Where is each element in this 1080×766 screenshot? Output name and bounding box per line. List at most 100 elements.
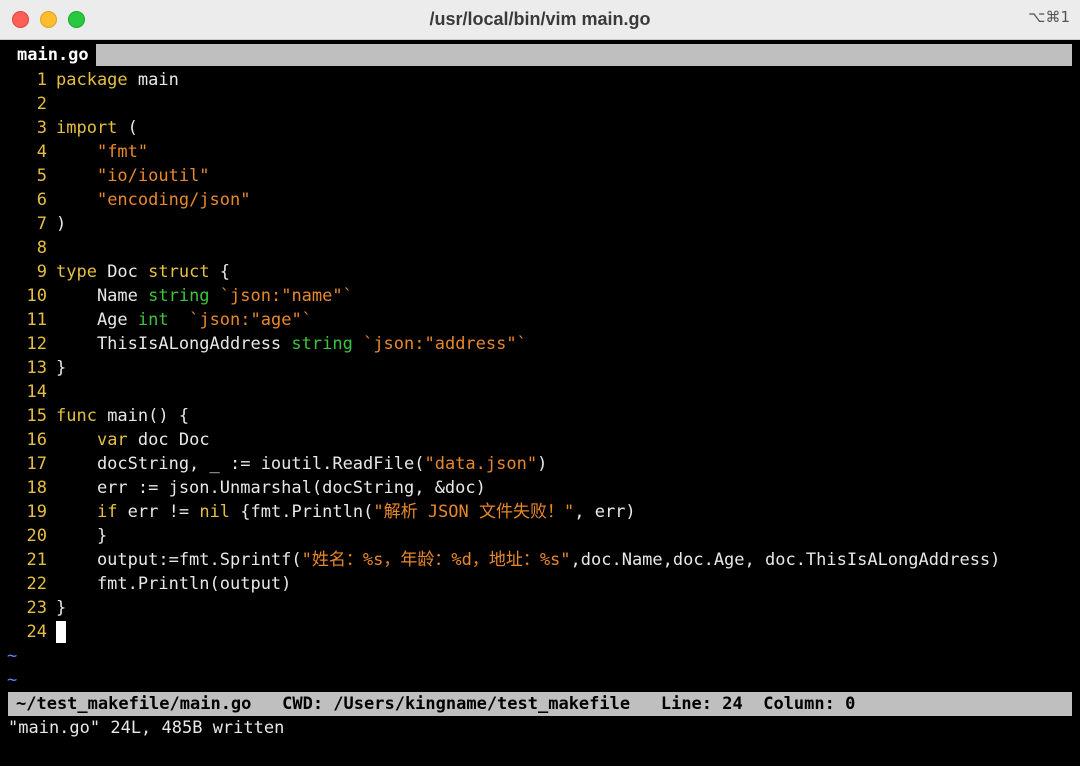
title-bar: /usr/local/bin/vim main.go ⌥⌘1 [0,0,1080,40]
code-token: {fmt.Println( [230,502,374,522]
line-number: 7 [36,214,47,234]
code-line[interactable]: 1 package main [0,68,1080,92]
text-cursor [56,621,66,643]
keyword-token: if [96,502,118,522]
type-token: int [137,310,169,330]
status-file-path: ~/test_makefile/main.go [16,694,252,714]
code-line[interactable]: 14 [0,380,1080,404]
line-number: 11 [26,310,47,330]
code-line[interactable]: 10 Name string `json:"name"` [0,284,1080,308]
code-line[interactable]: 17 docString, _ := ioutil.ReadFile("data… [0,452,1080,476]
code-token: Name [56,286,149,306]
empty-line-tilde: ~ [7,646,18,666]
command-message-line: "main.go" 24L, 485B written [8,718,285,738]
keyword-token: func [56,406,97,426]
line-number: 14 [26,382,47,402]
code-line[interactable]: 5 "io/ioutil" [0,164,1080,188]
line-number: 5 [36,166,47,186]
code-line[interactable]: 19 if err != nil {fmt.Println("解析 JSON 文… [0,500,1080,524]
string-token: "encoding/json" [96,190,251,210]
tab-shortcut-label: ⌥⌘1 [1028,8,1070,26]
code-token: { [209,262,231,282]
code-token: } [56,598,67,618]
code-token: err := json.Unmarshal(docString, &doc) [56,478,486,498]
string-token: "解析 JSON 文件失败！" [373,502,575,522]
code-line[interactable]: 2 [0,92,1080,116]
code-token: } [56,526,108,546]
line-number: 9 [36,262,47,282]
code-line[interactable]: 21 output:=fmt.Sprintf("姓名：%s，年龄：%d，地址：%… [0,548,1080,572]
window-title: /usr/local/bin/vim main.go [429,9,651,29]
code-token: doc Doc [127,430,210,450]
code-line[interactable]: 15 func main() { [0,404,1080,428]
line-number: 17 [26,454,47,474]
code-line[interactable]: 12 ThisIsALongAddress string `json:"addr… [0,332,1080,356]
code-token: ) [56,214,67,234]
line-number: 20 [26,526,47,546]
code-token: Doc [96,262,149,282]
code-line[interactable]: 20 } [0,524,1080,548]
line-number: 4 [36,142,47,162]
code-line[interactable]: 13} [0,356,1080,380]
code-token: , err) [574,502,636,522]
code-token: ThisIsALongAddress [56,334,292,354]
code-line[interactable]: 22 fmt.Println(output) [0,572,1080,596]
code-token: main [127,70,179,90]
string-token: "fmt" [96,142,149,162]
string-token: `json:"name"` [219,286,353,306]
line-number: 23 [26,598,47,618]
tab-main-go[interactable]: main.go [8,44,98,66]
code-token: output:=fmt.Sprintf( [56,550,302,570]
string-token: "姓名：%s，年龄：%d，地址：%s" [301,550,571,570]
code-token: ( [117,118,138,138]
code-line[interactable]: 23} [0,596,1080,620]
status-column-number: Column: 0 [763,694,856,714]
code-line[interactable]: 16 var doc Doc [0,428,1080,452]
string-token: "io/ioutil" [96,166,210,186]
code-line[interactable]: 6 "encoding/json" [0,188,1080,212]
line-number: 1 [36,70,47,90]
code-line[interactable]: 9 type Doc struct { [0,260,1080,284]
line-number: 13 [26,358,47,378]
line-number: 6 [36,190,47,210]
vim-tabline: main.go [0,44,1080,66]
line-number: 8 [36,238,47,258]
code-line[interactable]: 3 import ( [0,116,1080,140]
code-token: Age [56,310,138,330]
line-number: 15 [26,406,47,426]
type-token: string [148,286,210,306]
keyword-token: var [96,430,128,450]
status-cwd: CWD: /Users/kingname/test_makefile [282,694,631,714]
empty-line-tilde: ~ [7,670,18,690]
type-token: string [291,334,353,354]
editor-buffer[interactable]: 1 package main 2 3 import (4 "fmt" 5 "io/iout… [0,68,1080,692]
keyword-token: type [56,262,97,282]
line-number: 10 [26,286,47,306]
code-line[interactable]: 11 Age int `json:"age"` [0,308,1080,332]
code-token: ,doc.Name,doc.Age, doc.ThisIsALongAddres… [570,550,1001,570]
code-line[interactable]: 4 "fmt" [0,140,1080,164]
string-token: `json:"age"` [189,310,312,330]
status-line: ~/test_makefile/main.go CWD: /Users/king… [8,692,1072,716]
line-number: 22 [26,574,47,594]
code-token: docString, _ := ioutil.ReadFile( [56,454,425,474]
code-line[interactable]: 24 [0,620,1080,644]
code-line[interactable]: 8 [0,236,1080,260]
string-token: "data.json" [424,454,538,474]
line-number: 24 [26,622,47,642]
tabline-fill [96,44,1072,66]
terminal-window: /usr/local/bin/vim main.go ⌥⌘1 main.go 1… [0,0,1080,766]
keyword-token: import [56,118,118,138]
keyword-token: package [56,70,128,90]
code-token: main() { [96,406,190,426]
line-number: 18 [26,478,47,498]
code-line[interactable]: 7) [0,212,1080,236]
code-line[interactable]: 18 err := json.Unmarshal(docString, &doc… [0,476,1080,500]
